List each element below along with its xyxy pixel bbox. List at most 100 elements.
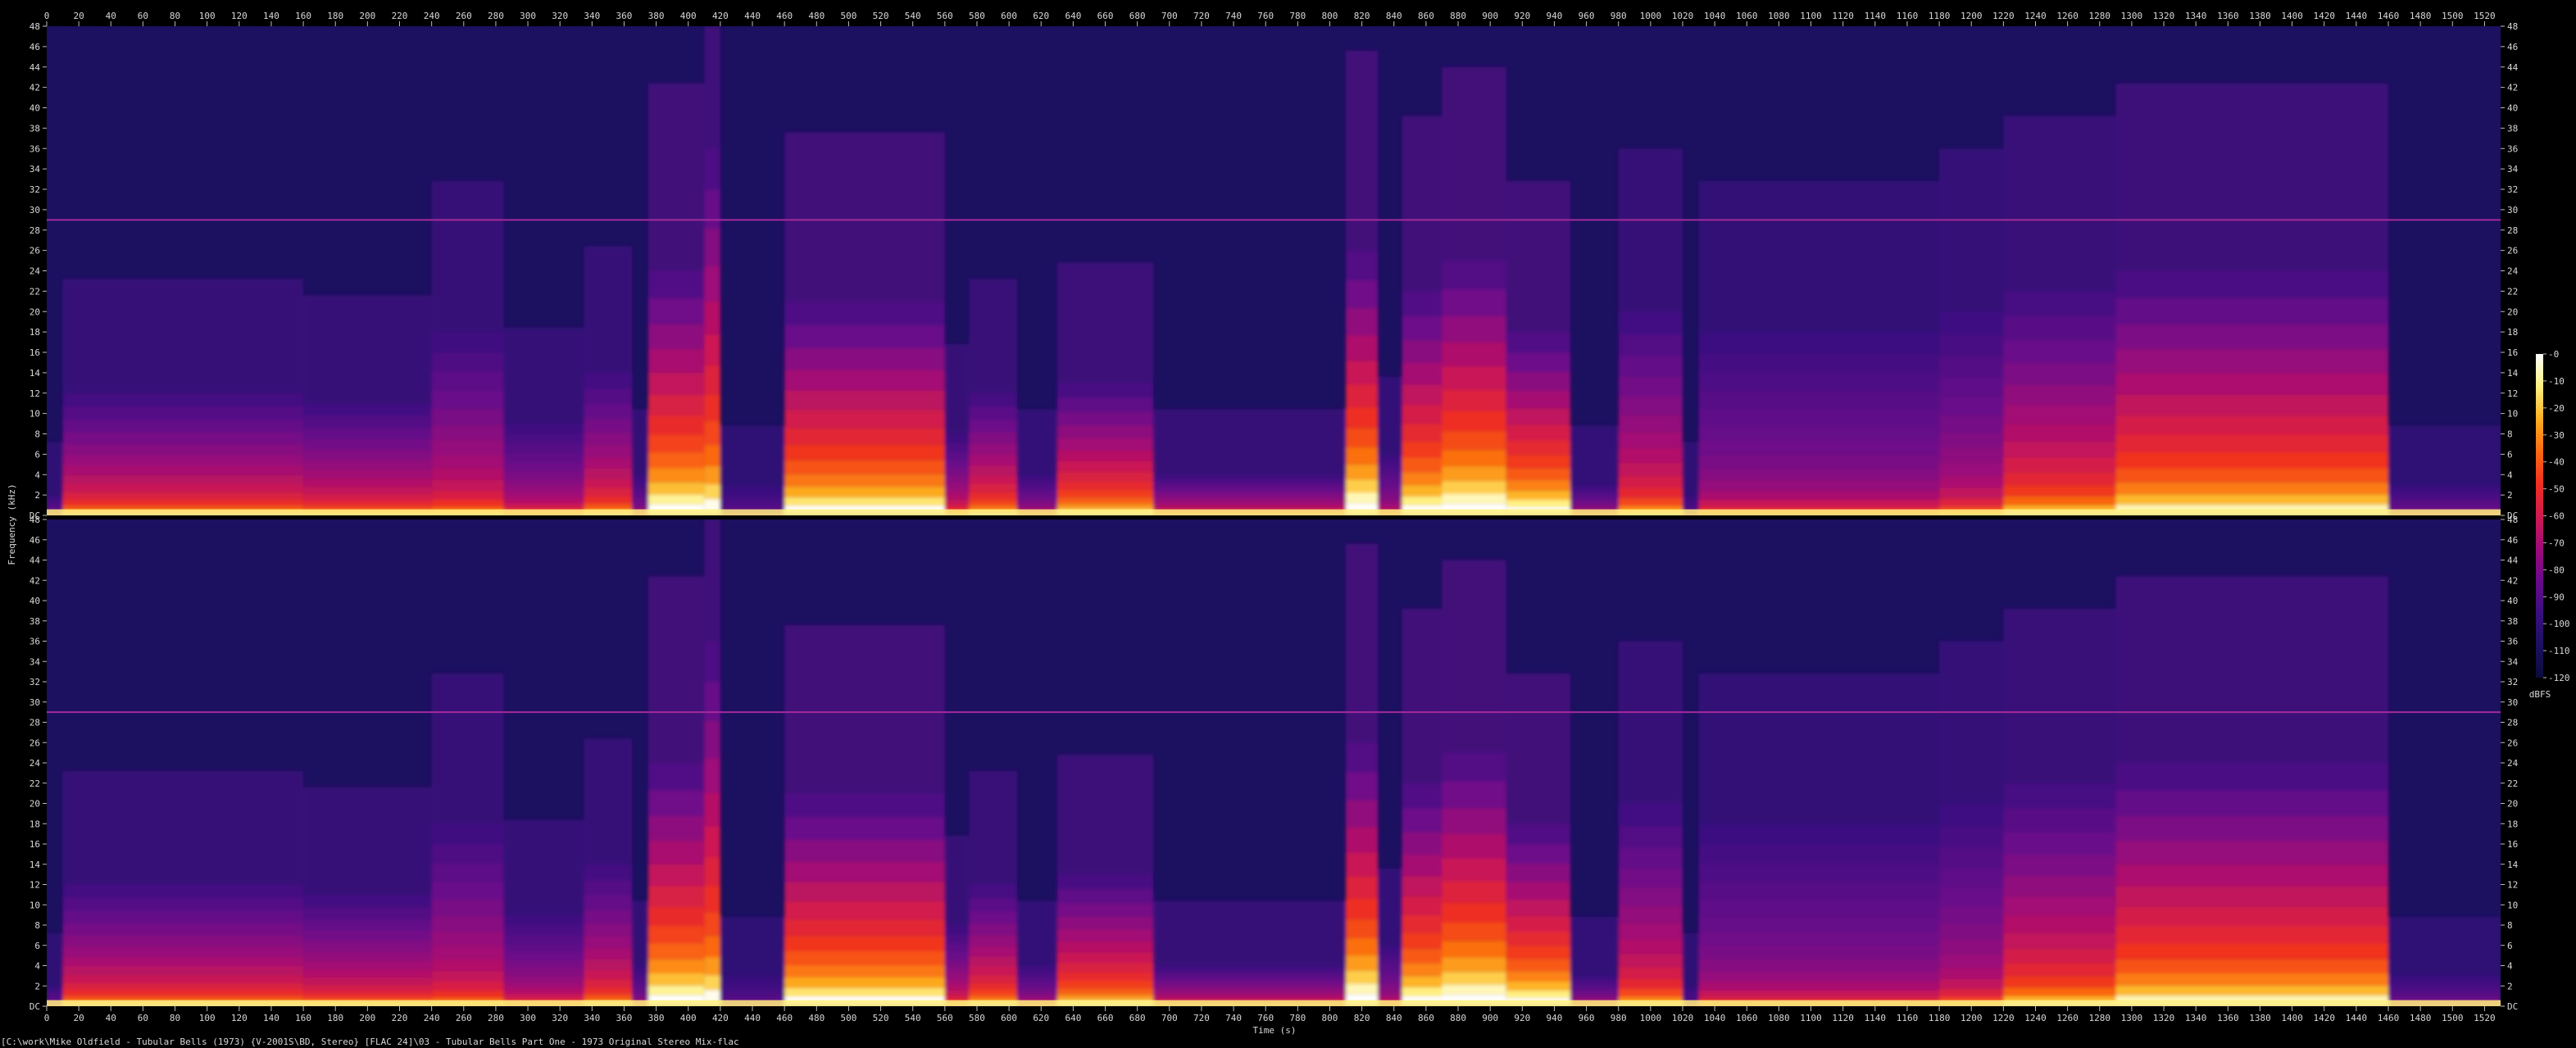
spectral-band: [969, 498, 1017, 506]
x-tick-label: 300: [520, 1013, 536, 1023]
spectral-band: [1618, 356, 1683, 377]
spectral-band: [1939, 334, 2004, 356]
spectral-band: [584, 948, 633, 960]
y-tick-label: 6: [2507, 449, 2513, 460]
spectral-band: [1346, 335, 1379, 361]
spectral-band: [1153, 986, 1347, 990]
spectral-band: [47, 997, 63, 1000]
x-tick-label: 700: [1161, 1013, 1178, 1023]
x-tick-label: 140: [263, 11, 279, 21]
spectral-haze: [431, 674, 504, 824]
spectral-haze: [969, 279, 1017, 393]
spectral-haze: [303, 295, 432, 404]
spectral-band: [1939, 396, 2004, 415]
x-tick-label: 660: [1097, 1013, 1114, 1023]
x-tick-label: 880: [1450, 1013, 1466, 1023]
spectral-band: [647, 959, 705, 973]
spectral-segment: [303, 295, 432, 515]
spectral-segment: [431, 181, 504, 515]
x-tick-label: 1320: [2153, 1013, 2175, 1023]
spectral-band: [1378, 964, 1402, 971]
spectral-band: [303, 460, 432, 470]
spectral-band: [303, 919, 432, 931]
spectral-band: [784, 919, 945, 937]
y-tick-label: 30: [30, 205, 40, 215]
spectral-band: [784, 486, 945, 497]
spectral-segment: [1683, 442, 1699, 515]
spectral-band: [1056, 941, 1154, 953]
spectral-band: [303, 478, 432, 487]
spectral-band: [647, 349, 705, 373]
spectral-band: [431, 971, 504, 982]
y-tick-label: 46: [30, 535, 40, 546]
spectral-band: [632, 974, 648, 979]
spectral-haze: [1378, 376, 1402, 455]
spectral-band: [2003, 457, 2116, 473]
spectral-band: [431, 352, 504, 373]
spectral-haze: [47, 932, 63, 987]
x-tick-label: 1440: [2346, 1013, 2368, 1023]
x-tick-label: 380: [648, 11, 665, 21]
spectral-band: [431, 823, 504, 845]
y-tick-label: 4: [34, 470, 40, 480]
x-tick-label: 120: [231, 11, 248, 21]
spectral-segment: [2388, 425, 2501, 515]
spectral-band: [1618, 334, 1683, 356]
spectral-band: [720, 985, 785, 989]
spectrogram-channel-left: [47, 26, 2501, 515]
spectral-band: [2388, 996, 2501, 999]
y-tick-label: 4: [2507, 470, 2513, 480]
y-tick-label: 14: [2507, 368, 2519, 379]
spectral-haze: [1442, 66, 1506, 261]
spectral-haze: [1698, 674, 1940, 824]
y-tick-label: 38: [30, 123, 40, 134]
spectral-band: [784, 817, 945, 840]
spectral-band: [1402, 424, 1442, 442]
y-tick-label: 44: [2507, 62, 2519, 73]
spectral-segment: [969, 770, 1017, 1006]
spectral-band: [1570, 982, 1619, 986]
spectral-band: [1698, 468, 1940, 480]
spectral-haze: [647, 83, 705, 271]
spectral-band: [1153, 491, 1347, 496]
spectral-haze: [784, 132, 945, 302]
y-tick-label: 22: [2507, 778, 2518, 789]
colorbar-unit: dBFS: [2529, 689, 2551, 700]
spectral-band: [431, 844, 504, 864]
spectral-band: [969, 432, 1017, 444]
x-tick-label: 660: [1097, 11, 1114, 21]
spectral-band: [1153, 505, 1347, 508]
spectral-band: [969, 982, 1017, 990]
spectral-band: [1016, 992, 1057, 996]
spectral-band: [431, 959, 504, 972]
spectral-band: [720, 505, 785, 508]
spectral-band: [2115, 434, 2389, 453]
y-tick-label: 10: [30, 900, 40, 910]
x-tick-label: 560: [937, 1013, 953, 1023]
spectral-band: [1153, 992, 1347, 996]
spectral-band: [1346, 492, 1379, 504]
spectral-band: [47, 990, 63, 993]
spectral-segment: [647, 83, 705, 515]
y-tick-label: 10: [2507, 900, 2518, 910]
spectral-band: [704, 641, 720, 683]
y-tick-label: 12: [30, 880, 40, 891]
spectral-band: [2003, 932, 2116, 949]
spectral-band: [704, 792, 720, 827]
spectral-band: [1939, 868, 2004, 888]
spectral-segment: [2115, 576, 2389, 1006]
spectral-band: [720, 494, 785, 498]
spectral-band: [2003, 405, 2116, 424]
x-tick-label: 920: [1514, 11, 1530, 21]
spectral-band: [1378, 945, 1402, 953]
x-tick-label: 440: [744, 11, 761, 21]
spectral-segment: [1506, 674, 1571, 1006]
spectral-band: [1442, 481, 1506, 494]
spectral-haze: [1570, 425, 1619, 485]
x-tick-label: 100: [199, 11, 216, 21]
spectral-band: [1570, 494, 1619, 498]
spectral-band: [969, 406, 1017, 420]
x-tick-label: 180: [327, 1013, 343, 1023]
x-tick-label: 400: [680, 11, 697, 21]
x-tick-label: 1180: [1929, 11, 1951, 21]
